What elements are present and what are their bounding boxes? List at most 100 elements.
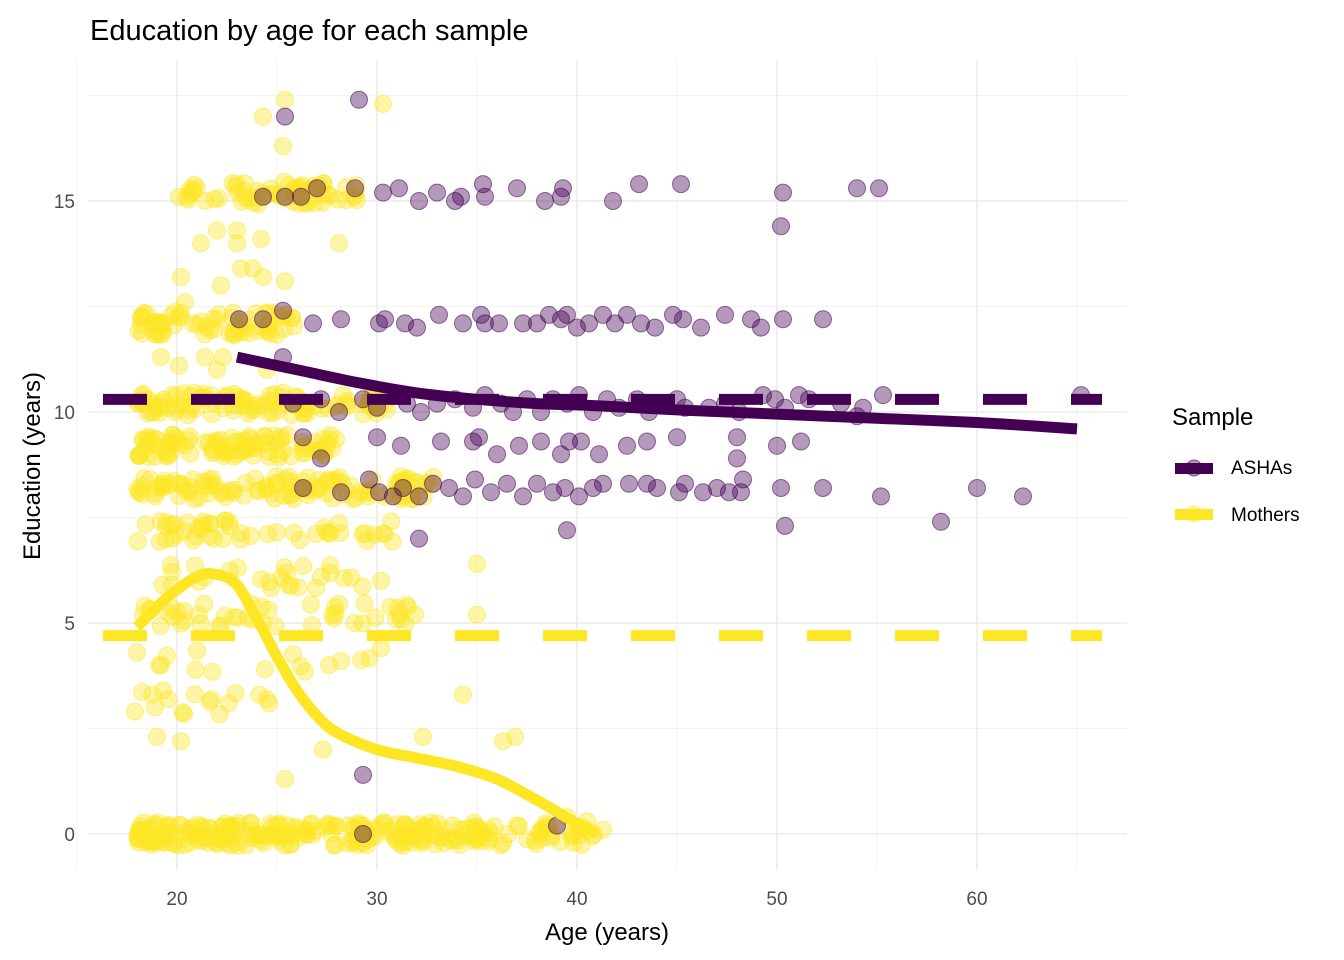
mothers-point	[226, 177, 245, 196]
mothers-point	[294, 557, 313, 576]
mothers-point	[255, 660, 274, 679]
ashas-point	[590, 445, 608, 464]
mothers-point	[301, 595, 320, 614]
mothers-point	[133, 682, 152, 701]
ashas-point	[424, 474, 442, 493]
ashas-point	[532, 432, 550, 451]
mothers-point	[281, 576, 300, 595]
ashas-point	[274, 301, 292, 320]
mothers-point	[225, 608, 244, 627]
mothers-point	[274, 137, 292, 156]
mothers-point	[454, 685, 472, 704]
mothers-point	[249, 395, 268, 414]
ashas-point	[774, 183, 792, 202]
ashas-point	[454, 314, 472, 333]
ashas-point	[716, 305, 734, 324]
mothers-point	[183, 183, 202, 202]
ashas-point	[330, 403, 348, 421]
mothers-point	[551, 832, 570, 851]
ashas-point	[466, 470, 484, 489]
ashas-point	[594, 474, 612, 493]
mothers-point	[209, 189, 228, 208]
mothers-point	[172, 268, 190, 286]
y-tick-label: 10	[54, 403, 75, 424]
mothers-point	[133, 476, 152, 495]
x-axis-title: Age (years)	[545, 919, 669, 946]
mothers-point	[161, 817, 180, 836]
mothers-point	[468, 817, 487, 836]
mothers-point	[374, 94, 392, 113]
ashas-point	[752, 318, 770, 337]
mothers-point	[276, 272, 294, 291]
mothers-point	[138, 429, 157, 448]
mothers-point	[208, 360, 226, 379]
ashas-point	[814, 479, 832, 497]
mothers-point	[148, 727, 166, 746]
mothers-point	[175, 601, 193, 620]
mothers-point	[146, 698, 164, 717]
x-tick-label: 40	[566, 889, 587, 910]
mothers-point	[330, 234, 348, 253]
mothers-point	[252, 230, 270, 248]
mothers-point	[491, 836, 510, 855]
ashas-point	[648, 479, 666, 497]
mothers-point	[246, 437, 265, 456]
ashas-point	[332, 310, 350, 329]
ashas-point	[728, 449, 746, 468]
mothers-point	[357, 531, 376, 550]
ashas-point	[350, 90, 368, 109]
ashas-point	[870, 179, 888, 198]
ashas-point	[674, 310, 692, 329]
ashas-point	[254, 187, 272, 206]
mothers-point	[332, 652, 350, 670]
mothers-point	[186, 660, 205, 679]
ashas-point	[474, 175, 492, 194]
mothers-point	[182, 827, 201, 846]
ashas-point	[276, 187, 294, 206]
ashas-point	[874, 386, 892, 405]
mothers-point	[220, 694, 238, 713]
mothers-point	[355, 594, 374, 613]
ashas-point	[848, 179, 866, 198]
ashas-point	[646, 318, 664, 337]
x-tick-label: 60	[966, 889, 987, 910]
ashas-point	[792, 432, 810, 451]
ashas-point	[668, 428, 686, 447]
mothers-point	[203, 662, 222, 681]
ashas-point	[768, 436, 786, 455]
ashas-point	[376, 310, 394, 329]
ashas-point	[872, 487, 890, 506]
mothers-point	[257, 476, 276, 495]
mothers-point	[200, 692, 219, 711]
mothers-point	[173, 703, 192, 722]
ashas-point	[1014, 487, 1032, 506]
ashas-point	[294, 479, 312, 497]
mothers-point	[258, 525, 277, 544]
ashas-point	[932, 512, 950, 531]
ashas-point	[394, 479, 412, 497]
mothers-point	[468, 605, 486, 624]
ashas-point	[368, 428, 386, 447]
mothers-point	[414, 727, 432, 746]
ashas-point	[430, 305, 448, 324]
mothers-point	[151, 512, 170, 531]
ashas-point	[618, 436, 636, 455]
ashas-point	[968, 479, 986, 497]
x-axis-ticks: 20 30 40 50 60	[166, 889, 987, 910]
mothers-point	[176, 293, 194, 312]
ashas-point	[692, 318, 710, 337]
mothers-point	[154, 681, 172, 700]
ashas-point	[554, 179, 572, 198]
mothers-point	[226, 432, 245, 451]
ashas-point	[604, 192, 622, 210]
ashas-point	[374, 183, 392, 202]
mothers-point	[268, 433, 287, 451]
mothers-point	[434, 834, 453, 853]
mothers-point	[506, 727, 524, 746]
mothers-point	[281, 447, 300, 466]
ashas-point	[452, 187, 470, 206]
legend-key-line-ashas	[1175, 463, 1213, 474]
ashas-point	[428, 183, 446, 202]
mothers-point	[196, 348, 214, 367]
mothers-point	[243, 828, 262, 847]
